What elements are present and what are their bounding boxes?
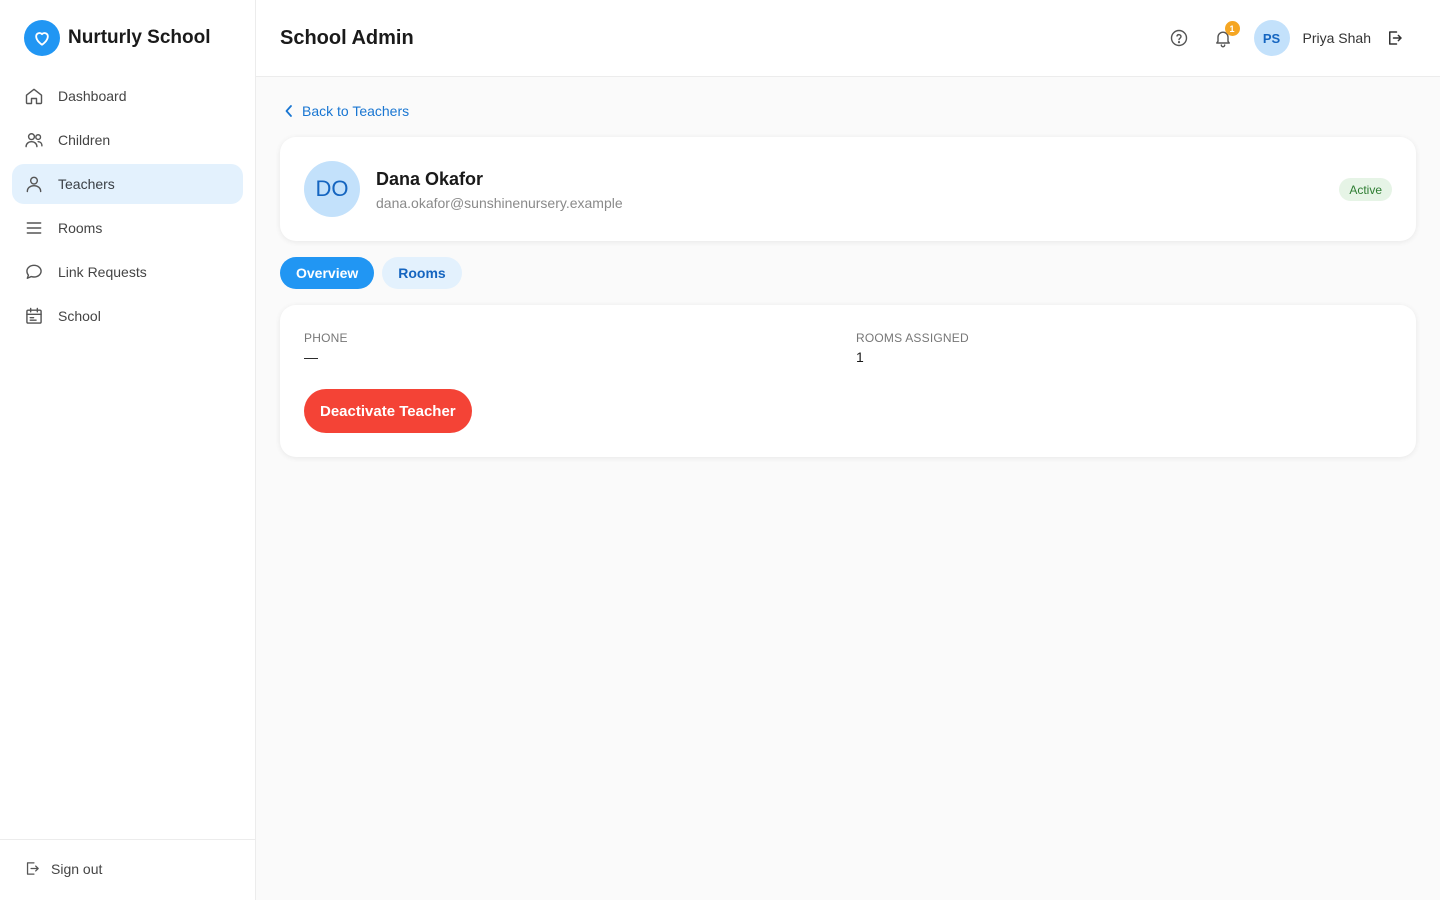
sidebar-item-label: School bbox=[58, 308, 101, 324]
logout-icon bbox=[1389, 31, 1402, 45]
phone-field: PHONE — bbox=[304, 331, 348, 365]
teacher-name: Dana Okafor bbox=[376, 169, 484, 189]
user-name[interactable]: Priya Shah bbox=[1303, 30, 1371, 46]
brand[interactable]: Nurturly School bbox=[24, 20, 211, 56]
sidebar-nav: Dashboard Children Teachers Rooms Link R… bbox=[12, 76, 243, 340]
rooms-assigned-label: ROOMS ASSIGNED bbox=[856, 331, 969, 345]
sidebar-item-label: Children bbox=[58, 132, 111, 148]
rooms-assigned-field: ROOMS ASSIGNED 1 bbox=[856, 331, 969, 365]
sidebar-item-label: Teachers bbox=[58, 176, 115, 192]
phone-value: — bbox=[304, 349, 318, 365]
sidebar-item-teachers[interactable]: Teachers bbox=[12, 164, 243, 204]
phone-label: PHONE bbox=[304, 331, 348, 345]
sidebar-item-dashboard[interactable]: Dashboard bbox=[12, 76, 243, 116]
menu-icon bbox=[26, 222, 42, 234]
user-icon bbox=[26, 176, 42, 193]
help-icon bbox=[1170, 29, 1187, 47]
page-title: School Admin bbox=[280, 27, 414, 49]
deactivate-teacher-button[interactable]: Deactivate Teacher bbox=[304, 389, 472, 433]
sidebar-item-rooms[interactable]: Rooms bbox=[12, 208, 243, 248]
sign-out-button[interactable]: Sign out bbox=[24, 860, 102, 877]
sign-out-label: Sign out bbox=[51, 860, 103, 877]
brand-name: Nurturly School bbox=[68, 27, 211, 48]
chat-bubble-icon bbox=[26, 264, 42, 279]
notification-count-badge: 1 bbox=[1224, 21, 1240, 36]
sidebar-item-link-requests[interactable]: Link Requests bbox=[12, 252, 243, 292]
teacher-email: dana.okafor@sunshinenursery.example bbox=[376, 195, 623, 211]
tab-rooms[interactable]: Rooms bbox=[382, 257, 462, 289]
teacher-avatar: DO bbox=[304, 161, 360, 217]
users-icon bbox=[25, 133, 43, 148]
chevron-left-icon bbox=[285, 105, 292, 117]
notifications-button[interactable]: 1 bbox=[1212, 21, 1240, 49]
calendar-icon bbox=[26, 307, 42, 324]
back-to-teachers-link[interactable]: Back to Teachers bbox=[284, 103, 409, 119]
help-button[interactable] bbox=[1168, 27, 1190, 49]
sidebar-item-label: Link Requests bbox=[58, 264, 147, 280]
sidebar: Nurturly School Dashboard Children Teach… bbox=[0, 0, 256, 900]
logout-button[interactable] bbox=[1384, 27, 1406, 49]
teacher-profile-card: DO Dana Okafor dana.okafor@sunshinenurse… bbox=[280, 137, 1416, 241]
heart-logo-icon bbox=[24, 20, 60, 56]
sidebar-footer: Sign out bbox=[0, 839, 255, 900]
top-actions: 1 PS Priya Shah bbox=[1168, 20, 1406, 56]
sign-out-icon bbox=[26, 862, 39, 875]
profile-tabs: Overview Rooms bbox=[280, 257, 462, 289]
sidebar-item-school[interactable]: School bbox=[12, 296, 243, 336]
home-icon bbox=[25, 88, 43, 105]
tab-overview[interactable]: Overview bbox=[280, 257, 375, 289]
sidebar-item-children[interactable]: Children bbox=[12, 120, 243, 160]
sidebar-item-label: Dashboard bbox=[58, 88, 127, 104]
sidebar-item-label: Rooms bbox=[58, 220, 103, 236]
rooms-assigned-value: 1 bbox=[856, 349, 864, 365]
status-badge: Active bbox=[1339, 178, 1392, 201]
teacher-details-card: PHONE — ROOMS ASSIGNED 1 Deactivate Teac… bbox=[280, 305, 1416, 457]
back-link-label: Back to Teachers bbox=[302, 103, 410, 119]
top-bar: School Admin 1 PS Priya Shah bbox=[256, 0, 1440, 77]
user-avatar[interactable]: PS bbox=[1253, 20, 1290, 56]
